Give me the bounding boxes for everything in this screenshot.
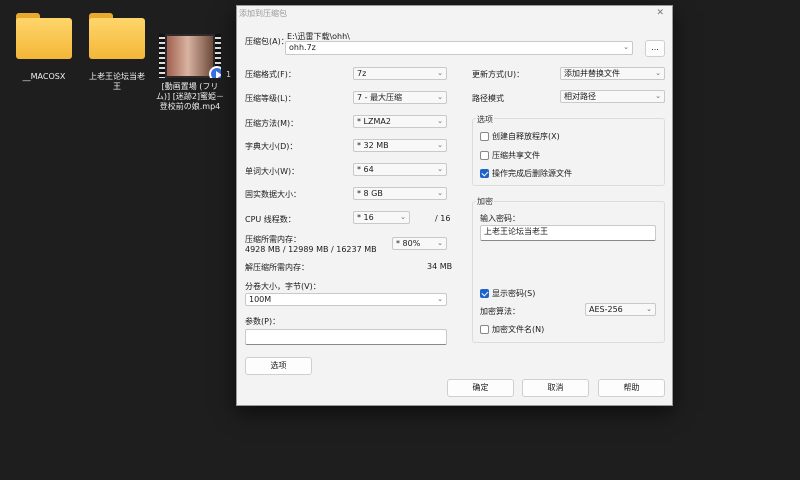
chevron-down-icon: ⌄ bbox=[437, 69, 443, 77]
word-value: * 64 bbox=[357, 165, 374, 174]
chevron-down-icon: ⌄ bbox=[437, 117, 443, 125]
algo-value: AES-256 bbox=[589, 305, 623, 314]
checkbox-icon bbox=[480, 325, 489, 334]
delete-source-checkbox[interactable]: 操作完成后删除源文件 bbox=[480, 168, 572, 179]
dict-select[interactable]: * 32 MB ⌄ bbox=[353, 139, 447, 152]
desktop-icon-label: [動画置場 (フリム)] [迷跡2]蜜姫－登校前の娘.mp4 bbox=[155, 82, 225, 111]
mem-percent-value: * 80% bbox=[396, 239, 421, 248]
dict-value: * 32 MB bbox=[357, 141, 389, 150]
options-group-title: 选项 bbox=[476, 114, 494, 125]
sfx-label: 创建自释放程序(X) bbox=[492, 132, 560, 141]
chevron-down-icon: ⌄ bbox=[437, 295, 443, 303]
format-label: 压缩格式(F)： bbox=[245, 70, 296, 79]
browse-button[interactable]: ... bbox=[645, 40, 665, 57]
delete-source-label: 操作完成后删除源文件 bbox=[492, 169, 572, 178]
chevron-down-icon: ⌄ bbox=[623, 43, 629, 51]
help-button[interactable]: 帮助 bbox=[598, 379, 665, 397]
split-select[interactable]: 100M ⌄ bbox=[245, 293, 447, 306]
add-to-archive-dialog: 添加到压缩包 ✕ 压缩包(A)： E:\迅雷下载\ohh\ ohh.7z ⌄ .… bbox=[236, 5, 673, 406]
algo-label: 加密算法： bbox=[480, 307, 520, 316]
path-select[interactable]: 相对路径 ⌄ bbox=[560, 90, 665, 103]
chevron-down-icon: ⌄ bbox=[437, 189, 443, 197]
options-button[interactable]: 选项 bbox=[245, 357, 312, 375]
chevron-down-icon: ⌄ bbox=[655, 92, 661, 100]
update-select[interactable]: 添加并替换文件 ⌄ bbox=[560, 67, 665, 80]
update-value: 添加并替换文件 bbox=[564, 69, 620, 78]
level-label: 压缩等级(L)： bbox=[245, 94, 296, 103]
mem-percent-select[interactable]: * 80% ⌄ bbox=[392, 237, 447, 250]
level-select[interactable]: 7 - 最大压缩 ⌄ bbox=[353, 91, 447, 104]
show-password-label: 显示密码(S) bbox=[492, 289, 536, 298]
dict-label: 字典大小(D)： bbox=[245, 142, 298, 151]
chevron-down-icon: ⌄ bbox=[437, 93, 443, 101]
split-value: 100M bbox=[249, 295, 272, 304]
folder-icon bbox=[89, 13, 145, 59]
params-input[interactable] bbox=[245, 329, 447, 345]
decomp-label: 解压缩所需内存： bbox=[245, 263, 309, 272]
ok-button[interactable]: 确定 bbox=[447, 379, 514, 397]
shared-label: 压缩共享文件 bbox=[492, 151, 540, 160]
encrypt-group-title: 加密 bbox=[476, 196, 494, 207]
checkbox-icon bbox=[480, 132, 489, 141]
mem-value: 4928 MB / 12989 MB / 16237 MB bbox=[245, 245, 377, 254]
chevron-down-icon: ⌄ bbox=[655, 69, 661, 77]
checkbox-checked-icon bbox=[480, 289, 489, 298]
play-icon bbox=[209, 66, 221, 78]
desktop-icon-label: 上老王论坛当老王 bbox=[89, 72, 145, 91]
path-label: 路径模式 bbox=[472, 94, 504, 103]
chevron-down-icon: ⌄ bbox=[437, 239, 443, 247]
cpu-label: CPU 线程数： bbox=[245, 215, 296, 224]
dialog-title: 添加到压缩包 bbox=[239, 9, 287, 18]
close-icon[interactable]: ✕ bbox=[656, 6, 664, 21]
dialog-titlebar: 添加到压缩包 ✕ bbox=[237, 6, 672, 21]
format-select[interactable]: 7z ⌄ bbox=[353, 67, 447, 80]
encrypt-names-label: 加密文件名(N) bbox=[492, 325, 545, 334]
solid-select[interactable]: * 8 GB ⌄ bbox=[353, 187, 447, 200]
password-input[interactable]: 上老王论坛当老王 bbox=[480, 225, 656, 241]
chevron-down-icon: ⌄ bbox=[400, 213, 406, 221]
desktop-video-file[interactable]: [動画置場 (フリム)] [迷跡2]蜜姫－登校前の娘.mp4 bbox=[155, 34, 225, 112]
cpu-select[interactable]: * 16 ⌄ bbox=[353, 211, 410, 224]
show-password-checkbox[interactable]: 显示密码(S) bbox=[480, 288, 535, 299]
desktop-partial-label: 1 bbox=[226, 70, 232, 79]
sfx-checkbox[interactable]: 创建自释放程序(X) bbox=[480, 131, 560, 142]
format-value: 7z bbox=[357, 69, 367, 78]
encrypt-names-checkbox[interactable]: 加密文件名(N) bbox=[480, 324, 544, 335]
checkbox-checked-icon bbox=[480, 169, 489, 178]
video-thumbnail-icon bbox=[159, 34, 221, 78]
cancel-button[interactable]: 取消 bbox=[522, 379, 589, 397]
archive-name-value: ohh.7z bbox=[289, 43, 316, 52]
desktop-folder-laowang[interactable]: 上老王论坛当老王 bbox=[85, 13, 149, 92]
path-value: 相对路径 bbox=[564, 92, 596, 101]
password-label: 输入密码： bbox=[480, 214, 520, 223]
algo-select[interactable]: AES-256 ⌄ bbox=[585, 303, 656, 316]
params-label: 参数(P)： bbox=[245, 317, 281, 326]
checkbox-icon bbox=[480, 151, 489, 160]
level-value: 7 - 最大压缩 bbox=[357, 93, 403, 102]
word-select[interactable]: * 64 ⌄ bbox=[353, 163, 447, 176]
chevron-down-icon: ⌄ bbox=[646, 305, 652, 313]
cpu-total: / 16 bbox=[435, 214, 451, 223]
shared-checkbox[interactable]: 压缩共享文件 bbox=[480, 150, 540, 161]
chevron-down-icon: ⌄ bbox=[437, 165, 443, 173]
word-label: 单词大小(W)： bbox=[245, 167, 300, 176]
archive-label: 压缩包(A)： bbox=[245, 37, 289, 46]
update-label: 更新方式(U)： bbox=[472, 70, 525, 79]
decomp-value: 34 MB bbox=[427, 262, 453, 271]
split-label: 分卷大小，字节(V)： bbox=[245, 282, 321, 291]
desktop-folder-macosx[interactable]: __MACOSX bbox=[12, 13, 76, 82]
mem-label: 压缩所需内存： bbox=[245, 235, 301, 244]
cpu-value: * 16 bbox=[357, 213, 374, 222]
method-value: * LZMA2 bbox=[357, 117, 391, 126]
solid-label: 固实数据大小： bbox=[245, 190, 301, 199]
archive-name-combo[interactable]: ohh.7z ⌄ bbox=[285, 41, 633, 55]
method-label: 压缩方法(M)： bbox=[245, 119, 299, 128]
solid-value: * 8 GB bbox=[357, 189, 383, 198]
chevron-down-icon: ⌄ bbox=[437, 141, 443, 149]
desktop-icon-label: __MACOSX bbox=[22, 72, 66, 81]
folder-icon bbox=[16, 13, 72, 59]
method-select[interactable]: * LZMA2 ⌄ bbox=[353, 115, 447, 128]
